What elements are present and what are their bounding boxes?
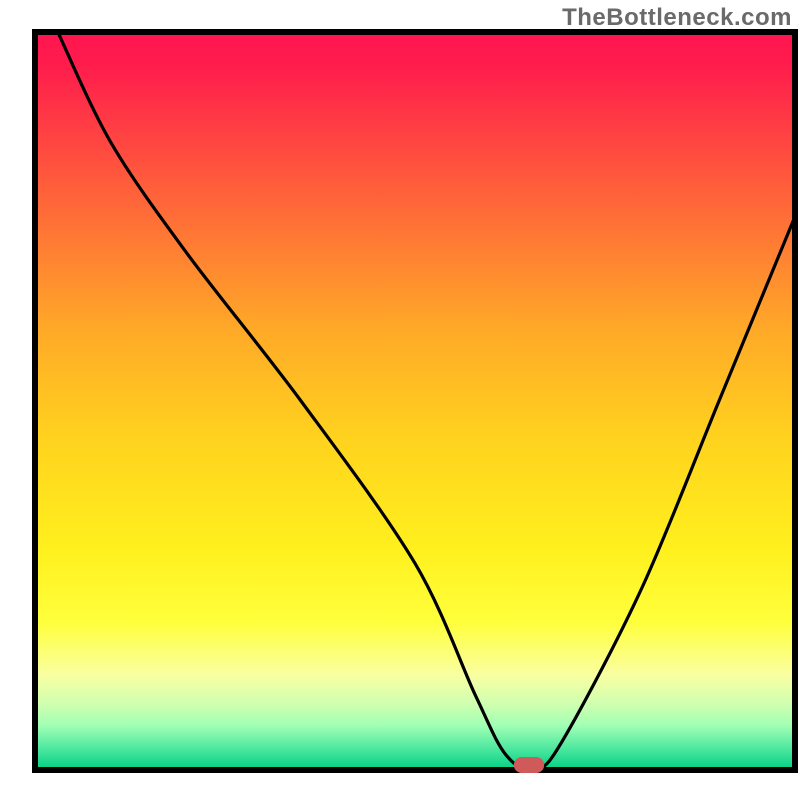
watermark-text: TheBottleneck.com bbox=[562, 4, 792, 32]
chart-background-gradient bbox=[35, 32, 795, 770]
bottleneck-chart bbox=[0, 0, 800, 800]
chart-container: TheBottleneck.com bbox=[0, 0, 800, 800]
optimal-point-marker bbox=[514, 757, 544, 773]
